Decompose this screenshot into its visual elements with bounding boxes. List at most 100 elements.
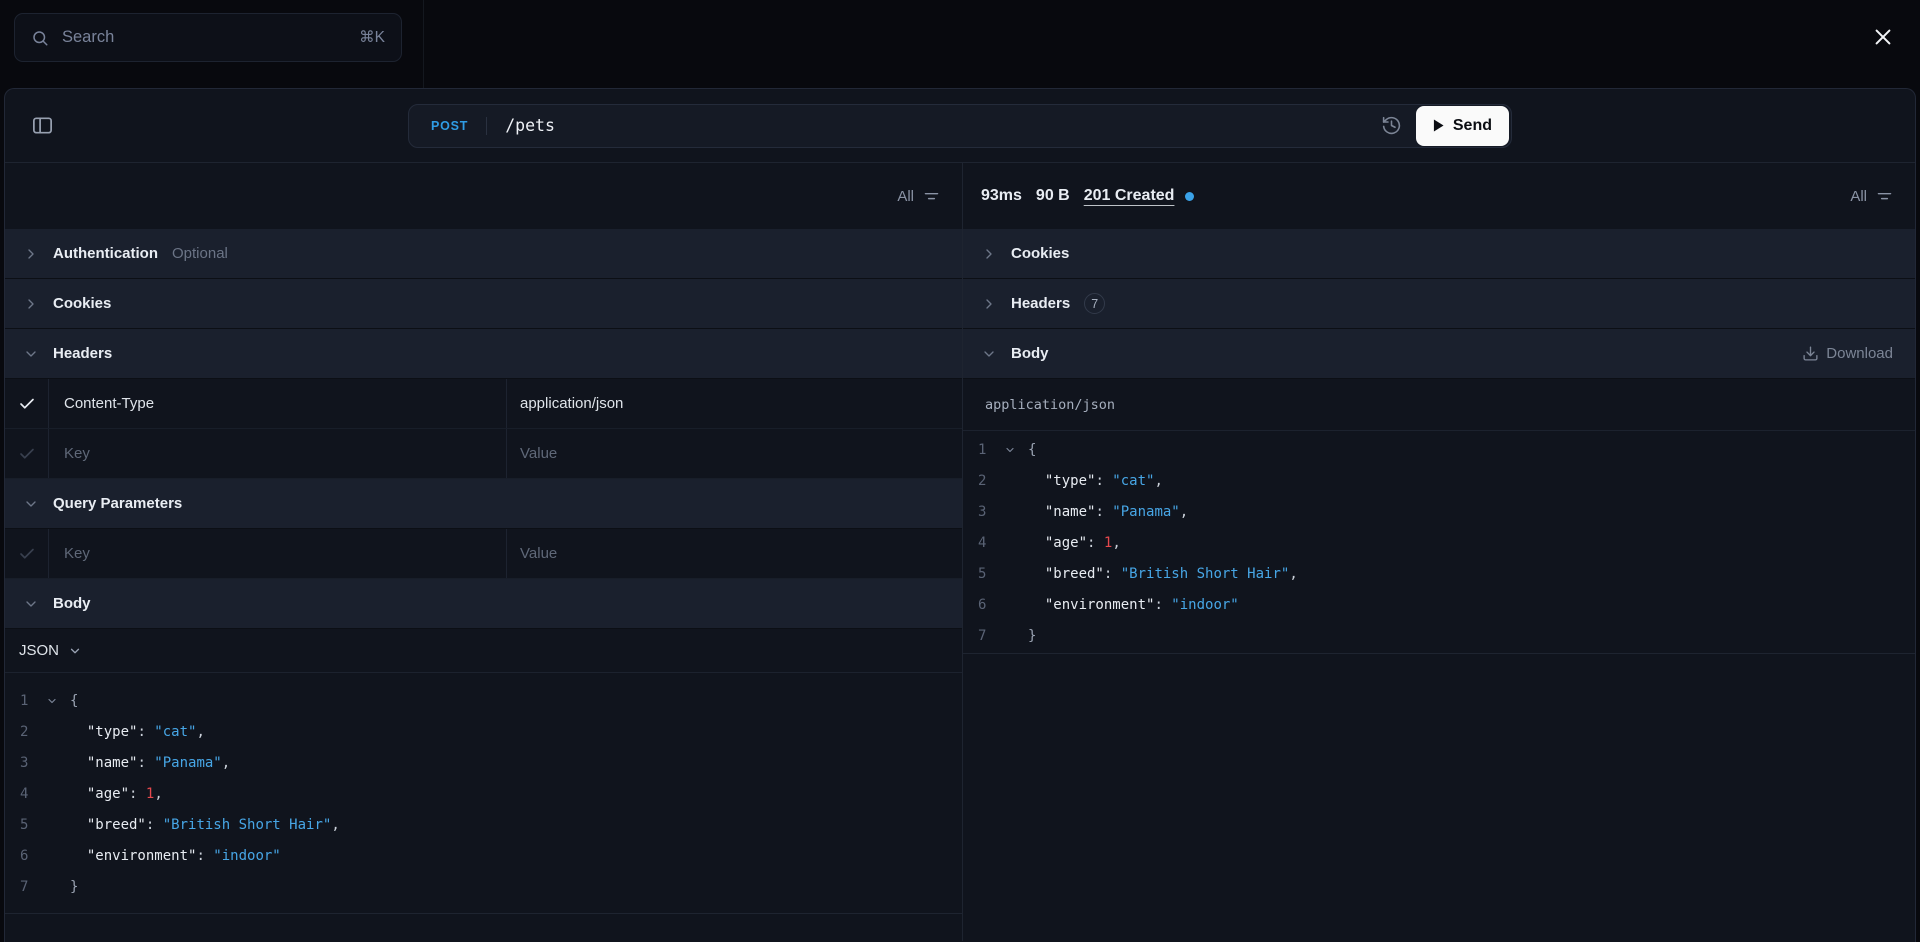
close-icon[interactable]: [1870, 24, 1896, 50]
fold-chevron-icon[interactable]: [46, 695, 70, 707]
code-text: "environment": "indoor": [1044, 596, 1239, 613]
code-line: 6 "environment": "indoor": [963, 589, 1915, 620]
code-text: "breed": "British Short Hair",: [1044, 565, 1298, 582]
fold-chevron-icon[interactable]: [1004, 444, 1028, 456]
response-meta: 93ms 90 B 201 Created: [981, 187, 1195, 205]
section-request-cookies[interactable]: Cookies: [5, 279, 962, 329]
response-filter-all-label: All: [1850, 187, 1867, 205]
check-icon: [19, 548, 34, 559]
header-key-input[interactable]: Key: [49, 429, 507, 478]
chevron-right-icon: [23, 246, 39, 262]
header-key-cell[interactable]: Content-Type: [49, 379, 507, 428]
request-panel: All Authentication Optional Cookies Head…: [5, 163, 963, 941]
request-filter-all-button[interactable]: All: [897, 188, 940, 205]
code-line: 6 "environment": "indoor": [5, 840, 962, 871]
code-text: "name": "Panama",: [86, 754, 231, 771]
row-enabled-checkbox[interactable]: [5, 379, 49, 428]
request-path[interactable]: /pets: [505, 116, 555, 135]
code-line: 7}: [963, 620, 1915, 651]
address-bar[interactable]: POST /pets Send: [408, 103, 1512, 148]
line-number: 2: [20, 723, 29, 740]
response-content-type: application/json: [963, 379, 1915, 431]
header-value-cell[interactable]: application/json: [507, 379, 962, 428]
query-parameters-label: Query Parameters: [53, 495, 183, 512]
section-request-headers[interactable]: Headers: [5, 329, 962, 379]
request-body-editor[interactable]: 1{2 "type": "cat", 3 "name": "Panama", 4 "…: [5, 673, 962, 914]
code-line: 3 "name": "Panama",: [5, 747, 962, 778]
row-enabled-checkbox-disabled[interactable]: [5, 529, 49, 578]
headers-count-badge: 7: [1084, 293, 1106, 314]
response-status-link[interactable]: 201 Created: [1084, 187, 1175, 205]
code-text: "type": "cat",: [86, 723, 205, 740]
body-format-label: JSON: [19, 642, 60, 659]
line-number: 5: [978, 565, 987, 582]
play-icon: [1433, 119, 1444, 132]
authentication-optional-badge: Optional: [172, 245, 228, 262]
filter-icon: [923, 188, 940, 205]
toolbar: POST /pets Send: [5, 89, 1915, 163]
response-meta-row: 93ms 90 B 201 Created All: [963, 163, 1915, 229]
response-body-viewer: 1{2 "type": "cat", 3 "name": "Panama", 4 "…: [963, 431, 1915, 654]
topbar: Search ⌘K: [0, 0, 1920, 88]
code-text: "age": 1,: [1044, 534, 1121, 551]
section-authentication[interactable]: Authentication Optional: [5, 229, 962, 279]
code-line: 1{: [5, 685, 962, 716]
download-icon: [1802, 345, 1819, 362]
code-text: {: [70, 692, 79, 709]
header-row-empty: Key Value: [5, 429, 962, 479]
code-line: 4 "age": 1,: [5, 778, 962, 809]
send-button[interactable]: Send: [1415, 105, 1509, 146]
section-response-cookies[interactable]: Cookies: [963, 229, 1915, 279]
download-button[interactable]: Download: [1802, 345, 1893, 362]
line-number: 1: [978, 441, 987, 458]
chevron-right-icon: [981, 296, 997, 312]
line-number: 6: [978, 596, 987, 613]
response-cookies-label: Cookies: [1011, 245, 1070, 262]
code-text: "age": 1,: [86, 785, 163, 802]
code-text: }: [70, 878, 79, 895]
line-number: 1: [20, 692, 29, 709]
section-response-body[interactable]: Body Download: [963, 329, 1915, 379]
history-icon[interactable]: [1381, 115, 1402, 136]
sidebar-toggle-icon[interactable]: [31, 114, 54, 137]
code-line: 4 "age": 1,: [963, 527, 1915, 558]
filter-icon: [1876, 188, 1893, 205]
request-filter-all-label: All: [897, 187, 914, 205]
response-size: 90 B: [1035, 187, 1070, 204]
request-body-label: Body: [53, 595, 91, 612]
code-text: }: [1028, 627, 1037, 644]
code-text: "name": "Panama",: [1044, 503, 1189, 520]
line-number: 6: [20, 847, 29, 864]
check-icon: [19, 448, 34, 459]
section-response-headers[interactable]: Headers 7: [963, 279, 1915, 329]
query-row-empty: Key Value: [5, 529, 962, 579]
chevron-down-icon: [68, 644, 82, 658]
response-panel: 93ms 90 B 201 Created All Cookies Header…: [963, 163, 1915, 941]
code-line: 3 "name": "Panama",: [963, 496, 1915, 527]
chevron-down-icon: [981, 346, 997, 362]
code-line: 2 "type": "cat",: [5, 716, 962, 747]
query-value-input[interactable]: Value: [507, 529, 962, 578]
topbar-divider: [423, 0, 424, 88]
search-input[interactable]: Search ⌘K: [14, 13, 402, 62]
code-text: "breed": "British Short Hair",: [86, 816, 340, 833]
line-number: 7: [20, 878, 29, 895]
section-query-parameters[interactable]: Query Parameters: [5, 479, 962, 529]
response-headers-label: Headers: [1011, 295, 1071, 312]
header-value-input[interactable]: Value: [507, 429, 962, 478]
response-duration: 93ms: [981, 187, 1022, 204]
line-number: 7: [978, 627, 987, 644]
code-line: 5 "breed": "British Short Hair",: [963, 558, 1915, 589]
code-line: 7}: [5, 871, 962, 902]
chevron-right-icon: [23, 296, 39, 312]
line-number: 5: [20, 816, 29, 833]
code-line: 1{: [963, 434, 1915, 465]
request-filter-row: All: [5, 163, 962, 229]
line-number: 3: [978, 503, 987, 520]
section-request-body[interactable]: Body: [5, 579, 962, 629]
search-shortcut: ⌘K: [359, 29, 385, 46]
response-filter-all-button[interactable]: All: [1850, 188, 1893, 205]
query-key-input[interactable]: Key: [49, 529, 507, 578]
row-enabled-checkbox-disabled[interactable]: [5, 429, 49, 478]
body-format-select[interactable]: JSON: [5, 629, 962, 673]
